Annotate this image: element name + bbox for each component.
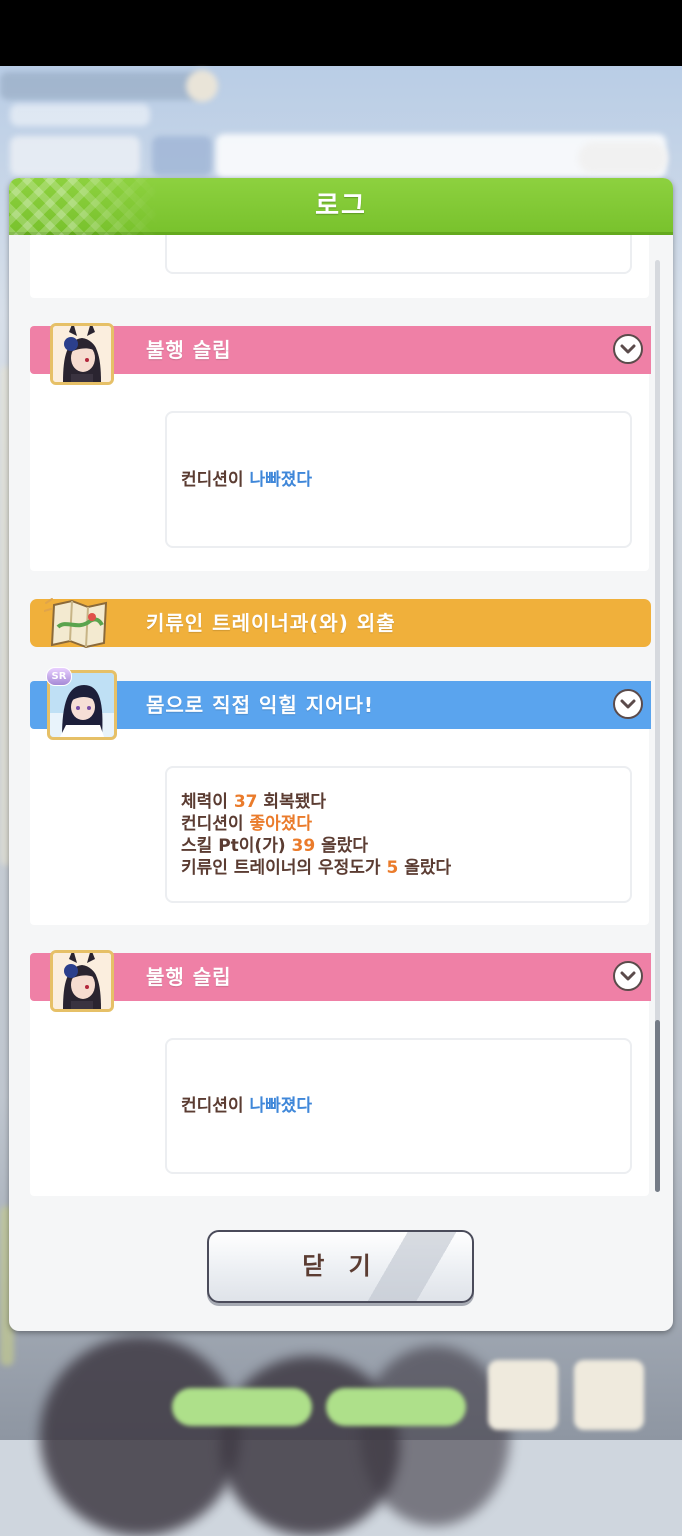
result-line: 컨디션이 좋아졌다 — [181, 813, 313, 834]
expand-button[interactable] — [613, 689, 643, 719]
event-title-bar: 불행 슬립 — [30, 326, 651, 374]
log-entry: 몸으로 직접 익힐 지어다! SR 체력이 37 회복됐다 컨디션이 좋아졌다 … — [30, 667, 651, 925]
log-entry-previous — [30, 235, 649, 298]
result-line: 스킬 Pt이(가) 39 올랐다 — [181, 835, 369, 856]
expand-button[interactable] — [613, 961, 643, 991]
chevron-down-icon — [620, 699, 636, 709]
result-line: 체력이 37 회복됐다 — [181, 791, 326, 812]
horse-girl-portrait-icon — [50, 323, 114, 385]
event-title: 몸으로 직접 익힐 지어다! — [146, 693, 375, 717]
event-title-bar: 불행 슬립 — [30, 953, 651, 1001]
log-dialog: 로그 불행 슬립 컨디션이 나빠졌다 키류인 트레이너과(와) 외출 몸으로 직… — [9, 178, 673, 1331]
log-list: 불행 슬립 컨디션이 나빠졌다 키류인 트레이너과(와) 외출 몸으로 직접 익… — [21, 235, 661, 1196]
log-entry-outing: 키류인 트레이너과(와) 외출 — [30, 597, 651, 649]
result-line: 키류인 트레이너의 우정도가 5 올랐다 — [181, 857, 452, 878]
dialog-title: 로그 — [315, 191, 367, 221]
log-scroll-area[interactable]: 불행 슬립 컨디션이 나빠졌다 키류인 트레이너과(와) 외출 몸으로 직접 익… — [21, 235, 661, 1202]
chevron-down-icon — [620, 344, 636, 354]
event-title-bar: 몸으로 직접 익힐 지어다! — [30, 681, 651, 729]
result-line: 컨디션이 나빠졌다 — [181, 469, 313, 490]
horse-girl-portrait-icon — [50, 950, 114, 1012]
status-bar — [0, 0, 682, 66]
event-title: 키류인 트레이너과(와) 외출 — [146, 611, 396, 635]
event-title: 불행 슬립 — [146, 338, 232, 362]
close-button-label: 닫 기 — [302, 1252, 379, 1280]
chevron-down-icon — [620, 971, 636, 981]
log-entry: 불행 슬립 컨디션이 나빠졌다 — [30, 950, 651, 1196]
expand-button[interactable] — [613, 334, 643, 364]
event-title: 불행 슬립 — [146, 965, 232, 989]
outing-title-bar: 키류인 트레이너과(와) 외출 — [30, 599, 651, 647]
result-box: 컨디션이 나빠졌다 — [165, 1038, 632, 1174]
close-button[interactable]: 닫 기 — [207, 1230, 474, 1303]
dialog-header: 로그 — [9, 178, 673, 235]
map-icon — [43, 597, 114, 649]
log-entry: 불행 슬립 컨디션이 나빠졌다 — [30, 323, 651, 571]
result-line: 컨디션이 나빠졌다 — [181, 1096, 313, 1116]
scrollbar-thumb[interactable] — [655, 1020, 660, 1192]
result-box: 컨디션이 나빠졌다 — [165, 411, 632, 548]
rarity-badge: SR — [46, 667, 72, 686]
support-card-portrait-icon: SR — [46, 667, 117, 740]
result-box — [165, 235, 632, 274]
result-box: 체력이 37 회복됐다 컨디션이 좋아졌다 스킬 Pt이(가) 39 올랐다 키… — [165, 766, 632, 903]
